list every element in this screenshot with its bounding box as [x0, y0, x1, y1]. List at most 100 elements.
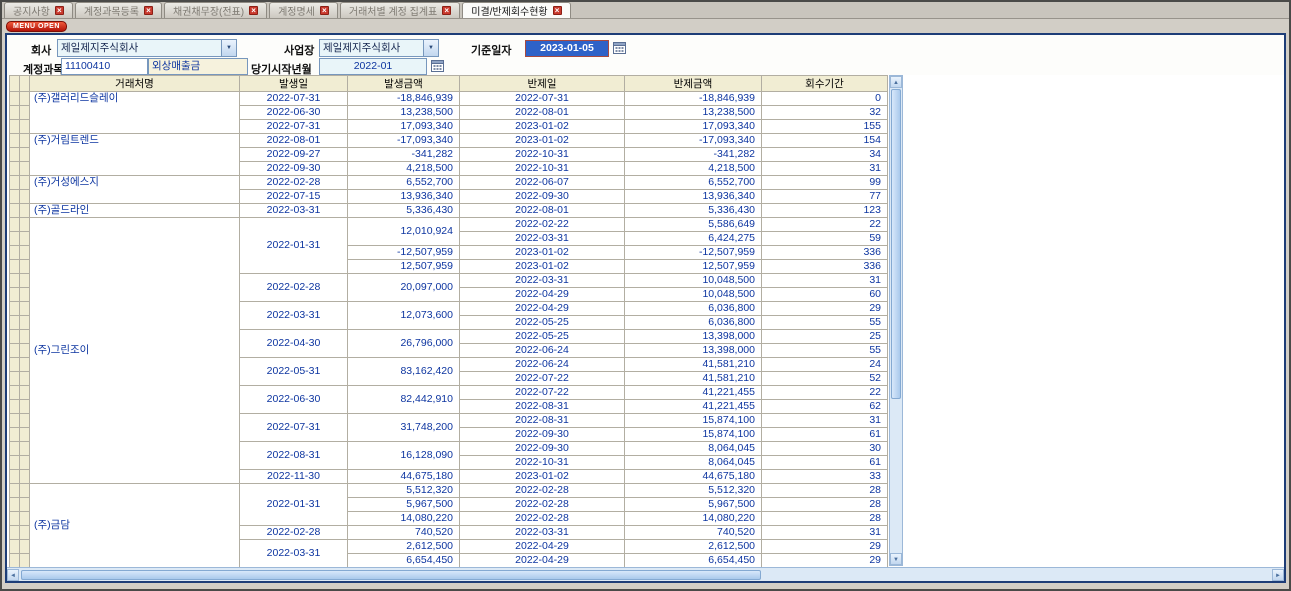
cell-num[interactable]: 740,520 — [625, 526, 762, 540]
row-gutter-cell[interactable] — [10, 260, 20, 274]
cell-num[interactable]: 0 — [762, 92, 888, 106]
cell-num[interactable]: 16,128,090 — [348, 442, 460, 470]
row-gutter-cell[interactable] — [10, 92, 20, 106]
column-header[interactable]: 발생일 — [240, 76, 348, 92]
horizontal-scrollbar[interactable]: ◄ ► — [7, 567, 1284, 581]
cell-num[interactable]: 5,336,430 — [348, 204, 460, 218]
cell-date[interactable]: 2023-01-02 — [460, 246, 625, 260]
cell-num[interactable]: 6,654,450 — [348, 554, 460, 568]
cell-date[interactable]: 2022-03-31 — [460, 232, 625, 246]
cell-num[interactable]: -18,846,939 — [625, 92, 762, 106]
cell-num[interactable]: 123 — [762, 204, 888, 218]
row-gutter-cell[interactable] — [20, 386, 30, 400]
cell-num[interactable]: 28 — [762, 498, 888, 512]
cell-date[interactable]: 2022-04-29 — [460, 540, 625, 554]
cell-num[interactable]: 83,162,420 — [348, 358, 460, 386]
row-gutter-cell[interactable] — [20, 218, 30, 232]
cell-date[interactable]: 2022-09-30 — [460, 428, 625, 442]
table-row[interactable]: (주)갤러리드슬레이2022-07-31-18,846,9392022-07-3… — [10, 92, 888, 106]
row-gutter-cell[interactable] — [20, 302, 30, 316]
cell-num[interactable]: 6,424,275 — [625, 232, 762, 246]
cell-num[interactable]: -17,093,340 — [348, 134, 460, 148]
cell-num[interactable]: 52 — [762, 372, 888, 386]
site-select[interactable]: 제일제지주식회사 ▼ — [319, 39, 439, 57]
column-header[interactable]: 거래처명 — [30, 76, 240, 92]
cell-date[interactable]: 2022-11-30 — [240, 470, 348, 484]
row-gutter-cell[interactable] — [10, 344, 20, 358]
cell-date[interactable]: 2022-02-28 — [460, 498, 625, 512]
row-gutter-cell[interactable] — [10, 456, 20, 470]
row-gutter-cell[interactable] — [20, 372, 30, 386]
cell-num[interactable]: 24 — [762, 358, 888, 372]
table-row[interactable]: (주)그린조이2022-01-3112,010,9242022-02-225,5… — [10, 218, 888, 232]
cell-date[interactable]: 2022-04-29 — [460, 554, 625, 568]
cell-name[interactable]: (주)거림트렌드 — [30, 134, 240, 176]
row-gutter-cell[interactable] — [10, 512, 20, 526]
row-gutter-cell[interactable] — [20, 512, 30, 526]
cell-num[interactable]: 154 — [762, 134, 888, 148]
column-header[interactable]: 반제일 — [460, 76, 625, 92]
row-gutter-cell[interactable] — [10, 442, 20, 456]
cell-date[interactable]: 2022-02-28 — [240, 526, 348, 540]
cell-num[interactable]: 30 — [762, 442, 888, 456]
cell-num[interactable]: 5,967,500 — [625, 498, 762, 512]
cell-date[interactable]: 2022-07-22 — [460, 386, 625, 400]
row-gutter-cell[interactable] — [20, 260, 30, 274]
cell-num[interactable]: 13,936,340 — [625, 190, 762, 204]
cell-date[interactable]: 2022-07-31 — [460, 92, 625, 106]
cell-date[interactable]: 2022-08-31 — [460, 414, 625, 428]
account-code-input[interactable]: 11100410 — [61, 58, 148, 75]
period-input[interactable]: 2022-01 — [319, 58, 427, 75]
cell-date[interactable]: 2022-04-29 — [460, 302, 625, 316]
cell-date[interactable]: 2022-10-31 — [460, 162, 625, 176]
cell-num[interactable]: 6,552,700 — [348, 176, 460, 190]
cell-date[interactable]: 2023-01-02 — [460, 260, 625, 274]
row-gutter-cell[interactable] — [10, 316, 20, 330]
cell-date[interactable]: 2022-04-30 — [240, 330, 348, 358]
row-gutter-cell[interactable] — [20, 540, 30, 554]
scroll-left-icon[interactable]: ◄ — [7, 569, 19, 581]
row-gutter-cell[interactable] — [20, 358, 30, 372]
cell-date[interactable]: 2022-03-31 — [240, 204, 348, 218]
cell-num[interactable]: 15,874,100 — [625, 428, 762, 442]
scroll-right-icon[interactable]: ► — [1272, 569, 1284, 581]
chevron-down-icon[interactable]: ▼ — [423, 40, 438, 56]
row-gutter-cell[interactable] — [10, 162, 20, 176]
cell-num[interactable]: 6,552,700 — [625, 176, 762, 190]
cell-num[interactable]: 44,675,180 — [348, 470, 460, 484]
cell-num[interactable]: 4,218,500 — [625, 162, 762, 176]
cell-date[interactable]: 2022-08-01 — [460, 106, 625, 120]
cell-num[interactable]: 77 — [762, 190, 888, 204]
cell-date[interactable]: 2022-07-31 — [240, 414, 348, 442]
row-gutter-cell[interactable] — [10, 372, 20, 386]
cell-num[interactable]: 55 — [762, 344, 888, 358]
cell-num[interactable]: 10,048,500 — [625, 288, 762, 302]
cell-num[interactable]: 13,238,500 — [348, 106, 460, 120]
cell-name[interactable]: (주)그린조이 — [30, 218, 240, 484]
row-gutter-cell[interactable] — [20, 288, 30, 302]
cell-num[interactable]: 41,221,455 — [625, 400, 762, 414]
cell-date[interactable]: 2022-08-31 — [460, 400, 625, 414]
cell-num[interactable]: 55 — [762, 316, 888, 330]
row-gutter-cell[interactable] — [20, 162, 30, 176]
cell-num[interactable]: 59 — [762, 232, 888, 246]
row-gutter-cell[interactable] — [10, 498, 20, 512]
cell-num[interactable]: -17,093,340 — [625, 134, 762, 148]
row-gutter-cell[interactable] — [10, 246, 20, 260]
cell-num[interactable]: 4,218,500 — [348, 162, 460, 176]
tab-3[interactable]: 채권채무장(전표)× — [164, 2, 267, 18]
row-gutter-cell[interactable] — [20, 526, 30, 540]
cell-num[interactable]: 33 — [762, 470, 888, 484]
cell-num[interactable]: 6,654,450 — [625, 554, 762, 568]
menu-open-button[interactable]: MENU OPEN — [6, 21, 67, 32]
cell-date[interactable]: 2022-06-07 — [460, 176, 625, 190]
cell-num[interactable]: 31 — [762, 414, 888, 428]
cell-date[interactable]: 2022-03-31 — [240, 540, 348, 568]
cell-num[interactable]: 20,097,000 — [348, 274, 460, 302]
row-gutter-cell[interactable] — [20, 456, 30, 470]
row-gutter-cell[interactable] — [10, 274, 20, 288]
row-gutter-cell[interactable] — [20, 470, 30, 484]
row-gutter-cell[interactable] — [20, 442, 30, 456]
cell-num[interactable]: -341,282 — [348, 148, 460, 162]
row-gutter-cell[interactable] — [10, 190, 20, 204]
